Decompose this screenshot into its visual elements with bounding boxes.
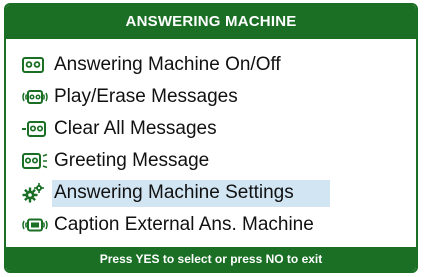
external-machine-icon bbox=[22, 214, 48, 236]
menu-item-answering-machine-on-off[interactable]: Answering Machine On/Off bbox=[6, 49, 416, 81]
menu-item-label: Play/Erase Messages bbox=[54, 86, 238, 107]
menu-item-answering-machine-settings[interactable]: Answering Machine Settings bbox=[6, 177, 416, 209]
page-title: ANSWERING MACHINE bbox=[6, 5, 416, 39]
play-tape-icon bbox=[22, 86, 48, 108]
greeting-tape-icon bbox=[22, 150, 48, 172]
tape-icon bbox=[22, 54, 48, 76]
clear-tape-icon bbox=[22, 118, 48, 140]
menu-item-play-erase-messages[interactable]: Play/Erase Messages bbox=[6, 81, 416, 113]
menu-item-clear-all-messages[interactable]: Clear All Messages bbox=[6, 113, 416, 145]
menu-item-label: Greeting Message bbox=[54, 150, 210, 171]
menu-list: Answering Machine On/Off Play/Erase Mess… bbox=[6, 49, 416, 241]
footer-hint: Press YES to select or press NO to exit bbox=[6, 247, 416, 271]
menu-item-caption-external-ans-machine[interactable]: Caption External Ans. Machine bbox=[6, 209, 416, 241]
menu-item-greeting-message[interactable]: Greeting Message bbox=[6, 145, 416, 177]
answering-machine-panel: ANSWERING MACHINE Answering Machine On/O… bbox=[4, 3, 418, 273]
gears-icon bbox=[22, 182, 48, 204]
menu-item-label: Answering Machine Settings bbox=[52, 179, 330, 207]
menu-item-label: Answering Machine On/Off bbox=[54, 54, 281, 75]
menu-item-label: Caption External Ans. Machine bbox=[54, 214, 314, 235]
menu-item-label: Clear All Messages bbox=[54, 118, 217, 139]
